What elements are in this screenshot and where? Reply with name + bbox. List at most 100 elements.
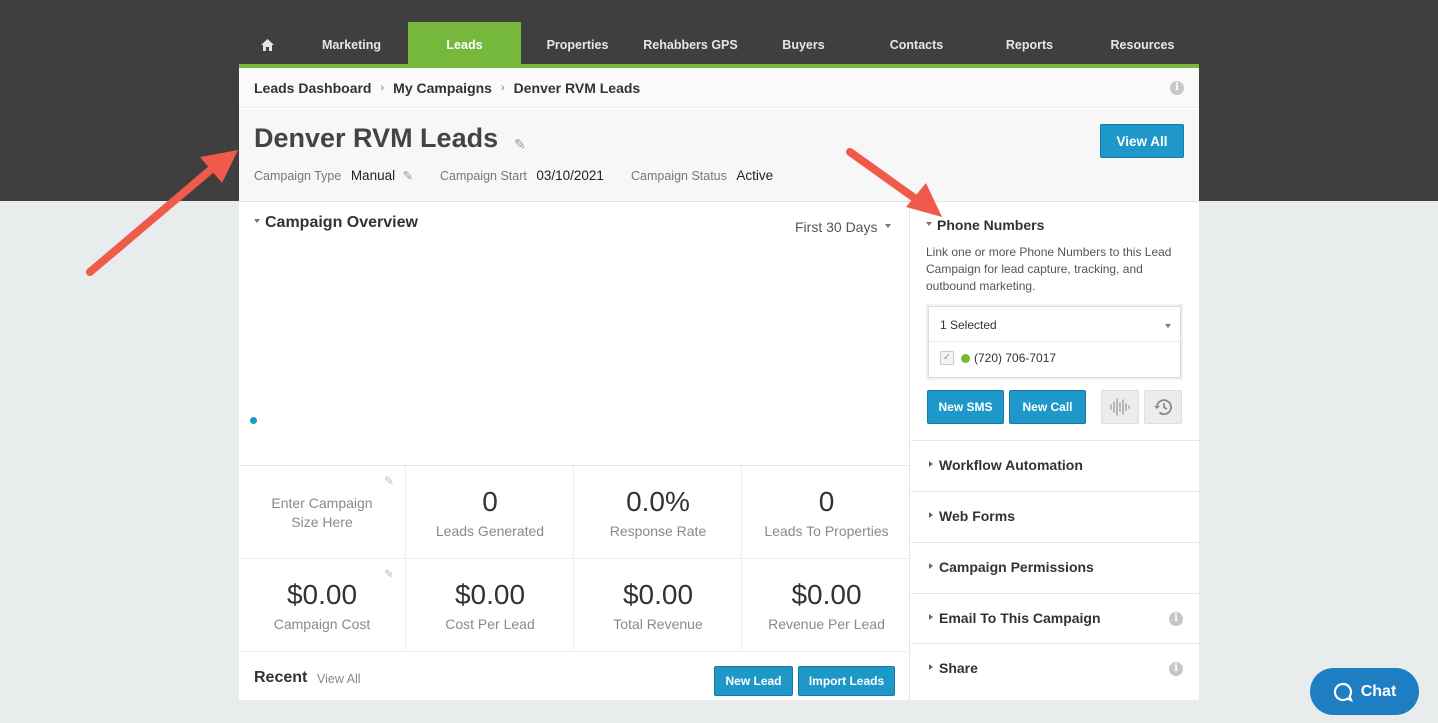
overview-title-text: Campaign Overview bbox=[265, 214, 418, 231]
edit-pencil-icon[interactable]: ✎ bbox=[384, 474, 394, 488]
breadcrumb: Leads Dashboard › My Campaigns › Denver … bbox=[239, 68, 1199, 108]
chevron-down-icon bbox=[1165, 324, 1171, 328]
expand-caret-icon bbox=[929, 664, 933, 671]
sidebar-panel: Phone Numbers Link one or more Phone Num… bbox=[911, 203, 1199, 700]
phone-number-text: (720) 706-7017 bbox=[974, 351, 1057, 365]
chat-button[interactable]: Chat bbox=[1310, 668, 1419, 715]
campaign-status: Campaign Status Active bbox=[631, 168, 773, 183]
recent-section: Recent View All New Lead Import Leads bbox=[239, 651, 910, 700]
overview-title[interactable]: Campaign Overview bbox=[254, 214, 418, 232]
stat-label: Leads Generated bbox=[435, 523, 545, 539]
info-icon[interactable]: i bbox=[1169, 662, 1183, 676]
stat-label: Response Rate bbox=[609, 523, 707, 539]
stat-campaign-cost[interactable]: ✎ $0.00 Campaign Cost bbox=[239, 559, 406, 652]
chart-data-point bbox=[250, 417, 257, 424]
stat-value: 0 bbox=[482, 486, 498, 517]
nav-marketing[interactable]: Marketing bbox=[295, 22, 408, 67]
campaign-start-value: 03/10/2021 bbox=[536, 168, 604, 183]
campaign-card: Leads Dashboard › My Campaigns › Denver … bbox=[239, 68, 1199, 700]
campaign-type-value: Manual bbox=[350, 168, 396, 183]
phone-number-select[interactable]: 1 Selected ✓ (720) 706-7017 bbox=[928, 306, 1181, 378]
edit-type-pencil-icon[interactable]: ✎ bbox=[403, 169, 413, 183]
nav-properties[interactable]: Properties bbox=[521, 22, 634, 67]
expand-caret-icon bbox=[929, 563, 933, 570]
stat-total-revenue: $0.00 Total Revenue bbox=[575, 559, 742, 652]
nav-reports[interactable]: Reports bbox=[973, 22, 1086, 67]
accordion-email-to-campaign[interactable]: Email To This Campaign i bbox=[911, 593, 1199, 644]
stat-value: $0.00 bbox=[791, 579, 862, 610]
chat-label: Chat bbox=[1360, 682, 1397, 700]
date-range-dropdown[interactable]: First 30 Days bbox=[795, 219, 892, 235]
phone-numbers-title[interactable]: Phone Numbers bbox=[926, 217, 1044, 233]
phone-numbers-description: Link one or more Phone Numbers to this L… bbox=[926, 245, 1172, 293]
expand-caret-icon bbox=[929, 614, 933, 621]
accordion-share[interactable]: Share i bbox=[911, 643, 1199, 694]
stat-leads-generated: 0 Leads Generated bbox=[407, 466, 574, 559]
voicemail-button[interactable] bbox=[1101, 390, 1139, 424]
new-lead-button[interactable]: New Lead bbox=[714, 666, 793, 696]
nav-buyers[interactable]: Buyers bbox=[747, 22, 860, 67]
recent-view-all-link[interactable]: View All bbox=[317, 672, 361, 686]
chat-bubble-icon bbox=[1333, 682, 1353, 702]
info-icon[interactable]: i bbox=[1170, 81, 1184, 95]
date-range-value: First 30 Days bbox=[795, 219, 878, 235]
phone-option[interactable]: ✓ (720) 706-7017 bbox=[940, 351, 1056, 365]
edit-pencil-icon[interactable]: ✎ bbox=[384, 567, 394, 581]
history-icon bbox=[1154, 399, 1172, 416]
stat-value: 0.0% bbox=[626, 486, 690, 517]
recent-title: Recent bbox=[254, 669, 308, 686]
breadcrumb-separator-icon: › bbox=[380, 81, 385, 94]
phone-select-value: 1 Selected bbox=[940, 318, 997, 332]
nav-leads[interactable]: Leads bbox=[408, 22, 521, 67]
stat-label: Cost Per Lead bbox=[445, 616, 535, 632]
stat-revenue-per-lead: $0.00 Revenue Per Lead bbox=[743, 559, 910, 652]
phone-select-header[interactable]: 1 Selected bbox=[929, 307, 1180, 342]
campaign-size-placeholder: Enter Campaign Size Here bbox=[271, 495, 373, 530]
status-dot-icon bbox=[961, 353, 970, 363]
accordion-campaign-permissions[interactable]: Campaign Permissions bbox=[911, 542, 1199, 593]
chevron-down-icon bbox=[885, 224, 892, 229]
campaign-header: Denver RVM Leads ✎ Campaign Type Manual … bbox=[239, 109, 1199, 202]
import-leads-button[interactable]: Import Leads bbox=[798, 666, 895, 696]
accordion-label: Email To This Campaign bbox=[939, 610, 1101, 626]
campaign-type: Campaign Type Manual ✎ bbox=[254, 168, 413, 183]
accordion-workflow-automation[interactable]: Workflow Automation bbox=[911, 440, 1199, 491]
info-icon[interactable]: i bbox=[1169, 612, 1183, 626]
new-sms-button[interactable]: New SMS bbox=[927, 390, 1004, 424]
phone-checkbox[interactable]: ✓ bbox=[940, 351, 954, 365]
campaign-start-label: Campaign Start bbox=[440, 169, 527, 183]
home-icon bbox=[260, 38, 274, 51]
collapse-caret-icon bbox=[926, 222, 932, 227]
breadcrumb-my-campaigns[interactable]: My Campaigns bbox=[393, 80, 492, 96]
accordion-label: Workflow Automation bbox=[939, 457, 1083, 473]
nav-home[interactable] bbox=[239, 22, 295, 67]
stat-value: $0.00 bbox=[622, 579, 694, 610]
stat-leads-to-properties: 0 Leads To Properties bbox=[743, 466, 910, 559]
breadcrumb-current: Denver RVM Leads bbox=[513, 79, 641, 96]
collapse-caret-icon bbox=[254, 218, 260, 223]
history-button[interactable] bbox=[1144, 390, 1182, 424]
nav-contacts[interactable]: Contacts bbox=[860, 22, 973, 67]
nav-resources[interactable]: Resources bbox=[1086, 22, 1199, 67]
expand-caret-icon bbox=[929, 512, 933, 519]
breadcrumb-leads-dashboard[interactable]: Leads Dashboard bbox=[254, 80, 371, 96]
stat-value: 0 bbox=[818, 486, 835, 517]
campaign-status-label: Campaign Status bbox=[631, 169, 727, 183]
expand-caret-icon bbox=[929, 461, 933, 468]
stat-label: Leads To Properties bbox=[764, 523, 889, 539]
stat-label: Total Revenue bbox=[613, 616, 703, 632]
edit-title-pencil-icon[interactable]: ✎ bbox=[514, 136, 526, 153]
stat-cost-per-lead: $0.00 Cost Per Lead bbox=[407, 559, 574, 652]
main-nav: Marketing Leads Properties Rehabbers GPS… bbox=[239, 22, 1199, 67]
page-title: Denver RVM Leads bbox=[254, 123, 499, 153]
view-all-button[interactable]: View All bbox=[1100, 124, 1184, 158]
nav-rehabbers-gps[interactable]: Rehabbers GPS bbox=[634, 22, 747, 67]
stat-campaign-size[interactable]: ✎ Enter Campaign Size Here bbox=[239, 466, 406, 559]
accordion-web-forms[interactable]: Web Forms bbox=[911, 491, 1199, 542]
accordion-label: Campaign Permissions bbox=[939, 559, 1094, 575]
new-call-button[interactable]: New Call bbox=[1009, 390, 1086, 424]
stats-grid: ✎ Enter Campaign Size Here 0 Leads Gener… bbox=[239, 465, 910, 652]
phone-numbers-title-text: Phone Numbers bbox=[937, 217, 1045, 233]
stat-value: $0.00 bbox=[454, 579, 526, 610]
accordion-label: Share bbox=[939, 660, 978, 676]
